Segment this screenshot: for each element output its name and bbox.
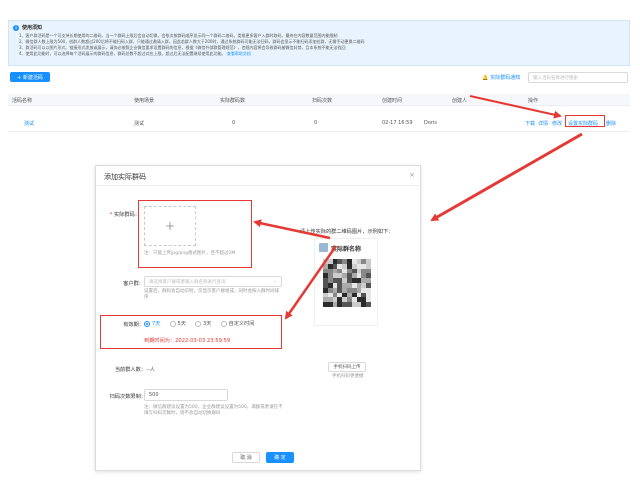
radio-unchecked-icon bbox=[220, 320, 227, 327]
dialog-title: 添加实际群码 bbox=[104, 173, 146, 181]
th-creator: 创建人 bbox=[452, 98, 468, 104]
upload-hint: 注：只能上传jpg/png格式图片，且不超过2M bbox=[144, 251, 236, 256]
confirm-button[interactable]: 确 定 bbox=[266, 452, 294, 463]
create-code-button[interactable]: + 新建活码 bbox=[10, 72, 50, 82]
scan-limit-hint: 注：微信群建议设置为500，企业群建议设置为500，满额或者请在不填写扫码次数时… bbox=[144, 405, 283, 416]
qr-upload-box[interactable]: + bbox=[144, 206, 196, 246]
required-mark: * bbox=[109, 212, 113, 218]
current-members-label: 当前群人数： bbox=[114, 367, 146, 373]
group-avatar-icon bbox=[319, 243, 328, 252]
cell-creator: Doris bbox=[424, 120, 437, 126]
validity-option-label: 7天 bbox=[152, 321, 161, 327]
radio-checked-icon bbox=[144, 320, 150, 327]
qr-label: 实际群码： bbox=[114, 212, 140, 218]
cell-scene: 测试 bbox=[134, 121, 145, 127]
set-group-code-highlight bbox=[565, 115, 605, 127]
qr-example-card: 实际群名称 bbox=[314, 238, 378, 326]
action-edit[interactable]: 修改 bbox=[552, 120, 562, 127]
validity-option-label: 自定义时间 bbox=[228, 321, 255, 327]
th-scan-count: 扫码次数 bbox=[312, 98, 333, 104]
cell-group-count: 0 bbox=[232, 120, 236, 126]
customer-group-select[interactable]: 请选择客户群或者输入群名称进行查询 ⌄ bbox=[144, 276, 282, 287]
qr-label-row: * 实际群码： bbox=[98, 211, 140, 218]
add-group-code-dialog: 添加实际群码 × * 实际群码： + 注：只能上传jpg/png格式图片，且不超… bbox=[95, 165, 421, 471]
notice-line-4-text: 4、使用此功能时，可以选择每个活码展示的群码信息，群码总数不超过对应上限，超过后… bbox=[19, 51, 226, 56]
notice-line-1: 1、客户群活码是一个可支持长期使用的二维码，当一个群码上限后会自动切换，会依次按… bbox=[19, 33, 338, 38]
validity-option-7d[interactable]: 7天 bbox=[144, 320, 161, 327]
usage-notice: i 使用须知 1、客户群活码是一个可支持长期使用的二维码，当一个群码上限后会自动… bbox=[8, 20, 630, 66]
table-header: 活码名称 使用场景 实际群码数 扫码次数 创建时间 创建人 操作 bbox=[8, 94, 630, 106]
bell-icon: 🔔 bbox=[482, 74, 489, 81]
th-name: 活码名称 bbox=[12, 98, 33, 104]
notice-line-3: 3、群活码可以以图片形式、链接形式发放或展示，请务必按照企业微信要求设置群码的信… bbox=[19, 45, 346, 50]
th-actions: 操作 bbox=[528, 98, 539, 104]
search-input[interactable]: 输入活码名称进行搜索 bbox=[528, 72, 628, 83]
radio-unchecked-icon bbox=[169, 320, 176, 327]
validity-radio-group: 7天 5天 3天 自定义时间 bbox=[144, 320, 254, 327]
action-delete[interactable]: 删除 bbox=[606, 120, 616, 127]
table-row: 测试 测试 0 0 02-17 16:59 Doris 下载 详情 修改 设置实… bbox=[8, 112, 630, 132]
scan-limit-input[interactable]: 500 bbox=[144, 389, 228, 401]
validity-option-label: 3天 bbox=[203, 321, 212, 327]
customer-group-placeholder: 请选择客户群或者输入群名称进行查询 bbox=[149, 280, 226, 285]
mobile-upload-hint: 手机扫码更便捷 bbox=[332, 374, 364, 379]
notice-line-4: 4、使用此功能时，可以选择每个活码展示的群码信息，群码总数不超过对应上限，超过后… bbox=[19, 51, 251, 56]
title-divider bbox=[96, 185, 420, 186]
customer-group-hint: 设置后，群码会自动识别，仅显示客户群组成，同时会按入群时间排序 bbox=[144, 289, 279, 300]
action-detail[interactable]: 详情 bbox=[538, 120, 548, 127]
notify-label: 实际群码通知 bbox=[490, 75, 521, 81]
th-scene: 使用场景 bbox=[134, 98, 155, 104]
help-doc-link[interactable]: 查看帮助文档 bbox=[227, 51, 251, 56]
radio-unchecked-icon bbox=[195, 320, 201, 327]
validity-option-label: 5天 bbox=[177, 321, 187, 327]
arrow-to-preview bbox=[430, 132, 583, 222]
action-download[interactable]: 下载 bbox=[525, 120, 535, 127]
validity-option-3d[interactable]: 3天 bbox=[195, 320, 212, 327]
example-group-name: 实际群名称 bbox=[331, 246, 362, 253]
group-code-notify-link[interactable]: 🔔 实际群码通知 bbox=[482, 74, 521, 82]
scan-limit-label: 扫码次数限制： bbox=[109, 394, 146, 400]
mobile-upload-button[interactable]: 手机扫码上传 bbox=[328, 362, 366, 372]
validity-option-5d[interactable]: 5天 bbox=[169, 320, 187, 327]
chevron-down-icon: ⌄ bbox=[273, 279, 277, 284]
notice-title-row: i 使用须知 bbox=[13, 24, 42, 31]
current-members-value: --人 bbox=[146, 367, 155, 373]
validity-label: 有效期： bbox=[123, 322, 144, 328]
cancel-button[interactable]: 取 消 bbox=[232, 452, 260, 463]
th-created-at: 创建时间 bbox=[382, 98, 403, 104]
th-group-count: 实际群码数 bbox=[220, 98, 246, 104]
validity-option-custom[interactable]: 自定义时间 bbox=[220, 320, 255, 327]
close-icon[interactable]: × bbox=[409, 171, 415, 179]
preview-title: 请上传实际的群二维码图片，示例如下： bbox=[300, 229, 394, 235]
info-icon: i bbox=[13, 24, 19, 31]
cell-name[interactable]: 测试 bbox=[24, 120, 34, 127]
qr-code-image bbox=[323, 259, 371, 307]
cell-created-at: 02-17 16:59 bbox=[382, 120, 413, 126]
qr-cell bbox=[366, 302, 371, 307]
notice-title: 使用须知 bbox=[22, 25, 43, 31]
expire-time-text: 到期时间为：2022-03-03 23:59:59 bbox=[144, 338, 231, 344]
cell-scan-count: 0 bbox=[314, 120, 318, 126]
notice-line-2: 2、微信群人数上限为500，创群人数超过200后将不能扫码入群，只能通过邀请入群… bbox=[19, 39, 365, 44]
customer-group-label: 客户群： bbox=[123, 281, 144, 287]
